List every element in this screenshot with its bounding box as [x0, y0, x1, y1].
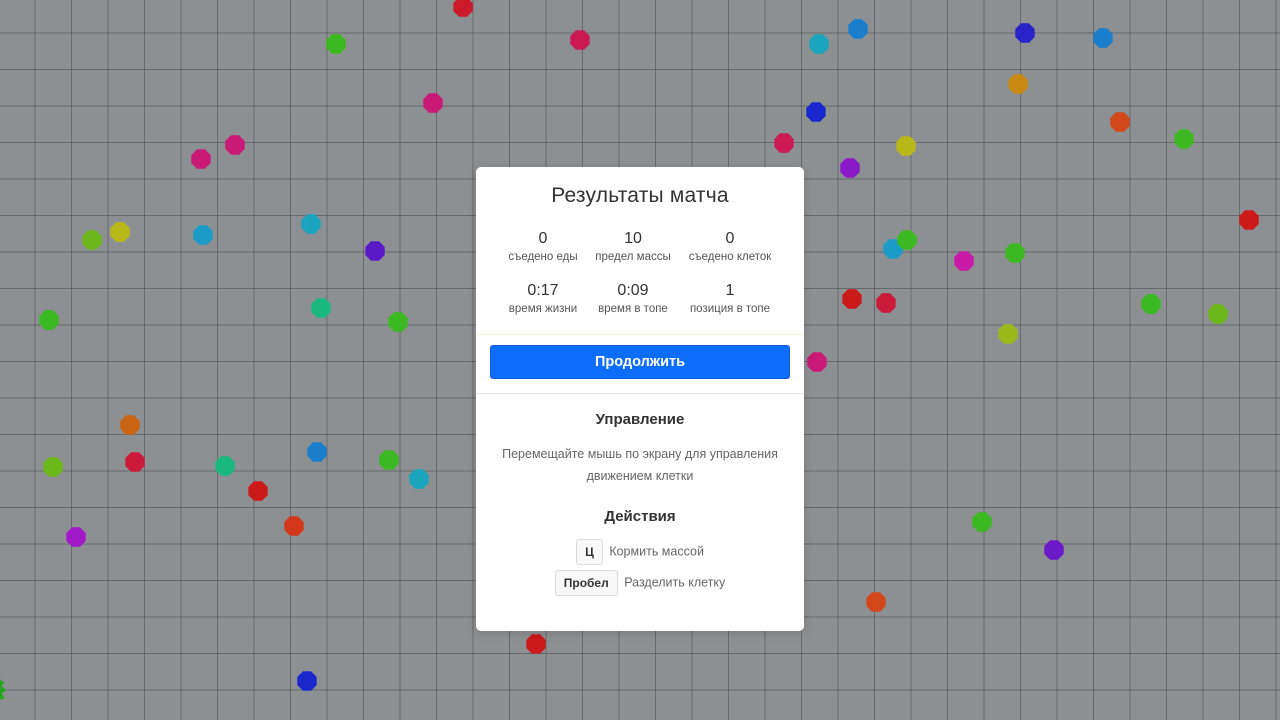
- food-pellet: [110, 222, 130, 242]
- food-pellet: [1174, 129, 1194, 149]
- key-feed: Ц: [576, 538, 603, 565]
- food-pellet: [66, 527, 86, 547]
- food-pellet: [43, 457, 63, 477]
- stat-value: 0:09: [617, 282, 649, 299]
- food-pellet: [526, 634, 546, 654]
- food-pellet: [876, 293, 896, 313]
- food-pellet: [1141, 294, 1161, 314]
- food-pellet: [248, 481, 268, 501]
- food-pellet: [848, 19, 868, 39]
- controls-description: Перемещайте мышь по экрану для управлени…: [502, 447, 778, 483]
- food-pellet: [896, 136, 916, 156]
- food-pellet: [1208, 304, 1228, 324]
- food-pellet: [388, 312, 408, 332]
- stats-divider: [476, 334, 804, 335]
- action-split-cell: Пробел Разделить клетку: [476, 569, 804, 596]
- stat-top-position: 1 позиция в топе: [675, 281, 785, 317]
- food-pellet: [120, 415, 140, 435]
- player-cell: [0, 674, 6, 706]
- food-pellet: [1008, 74, 1028, 94]
- modal-title: Результаты матча: [551, 184, 729, 207]
- stat-label: время в топе: [598, 303, 668, 315]
- food-pellet: [297, 671, 317, 691]
- stat-value: 10: [624, 230, 642, 247]
- action-description: Кормить массой: [609, 544, 704, 559]
- stat-time-in-top: 0:09 время в топе: [578, 281, 688, 317]
- food-pellet: [1093, 28, 1113, 48]
- section-divider: [476, 393, 804, 394]
- action-description: Разделить клетку: [624, 575, 726, 590]
- food-pellet: [409, 469, 429, 489]
- food-pellet: [307, 442, 327, 462]
- food-pellet: [972, 512, 992, 532]
- stat-label: предел массы: [595, 251, 671, 263]
- food-pellet: [301, 214, 321, 234]
- key-split: Пробел: [554, 569, 618, 596]
- food-pellet: [193, 225, 213, 245]
- food-pellet: [866, 592, 886, 612]
- food-pellet: [379, 450, 399, 470]
- food-pellet: [954, 251, 974, 271]
- actions-title: Действия: [604, 508, 676, 525]
- food-pellet: [1005, 243, 1025, 263]
- stat-label: позиция в топе: [689, 303, 771, 315]
- food-pellet: [1015, 23, 1035, 43]
- food-pellet: [326, 34, 346, 54]
- food-pellet: [1044, 540, 1064, 560]
- stat-value: 0: [725, 230, 735, 247]
- food-pellet: [1110, 112, 1130, 132]
- food-pellet: [809, 34, 829, 54]
- food-pellet: [39, 310, 59, 330]
- food-pellet: [897, 230, 917, 250]
- continue-button[interactable]: Продолжить: [490, 345, 790, 379]
- food-pellet: [774, 133, 794, 153]
- stat-value: 1: [725, 282, 735, 299]
- food-pellet: [365, 241, 385, 261]
- food-pellet: [807, 352, 827, 372]
- food-pellet: [840, 158, 860, 178]
- food-pellet: [215, 456, 235, 476]
- stat-label: съедено клеток: [688, 251, 772, 263]
- food-pellet: [284, 516, 304, 536]
- food-pellet: [1239, 210, 1259, 230]
- controls-title: Управление: [595, 411, 685, 428]
- food-pellet: [125, 452, 145, 472]
- food-pellet: [423, 93, 443, 113]
- stat-cells-eaten: 0 съедено клеток: [675, 229, 785, 265]
- food-pellet: [570, 30, 590, 50]
- stat-mass-limit: 10 предел массы: [578, 229, 688, 265]
- food-pellet: [998, 324, 1018, 344]
- food-pellet: [82, 230, 102, 250]
- food-pellet: [453, 0, 473, 17]
- food-pellet: [311, 298, 331, 318]
- food-pellet: [225, 135, 245, 155]
- food-pellet: [191, 149, 211, 169]
- match-results-modal: Результаты матча 0 съедено еды 10 предел…: [476, 167, 804, 631]
- action-feed-mass: Ц Кормить массой: [476, 538, 804, 565]
- food-pellet: [842, 289, 862, 309]
- food-pellet: [806, 102, 826, 122]
